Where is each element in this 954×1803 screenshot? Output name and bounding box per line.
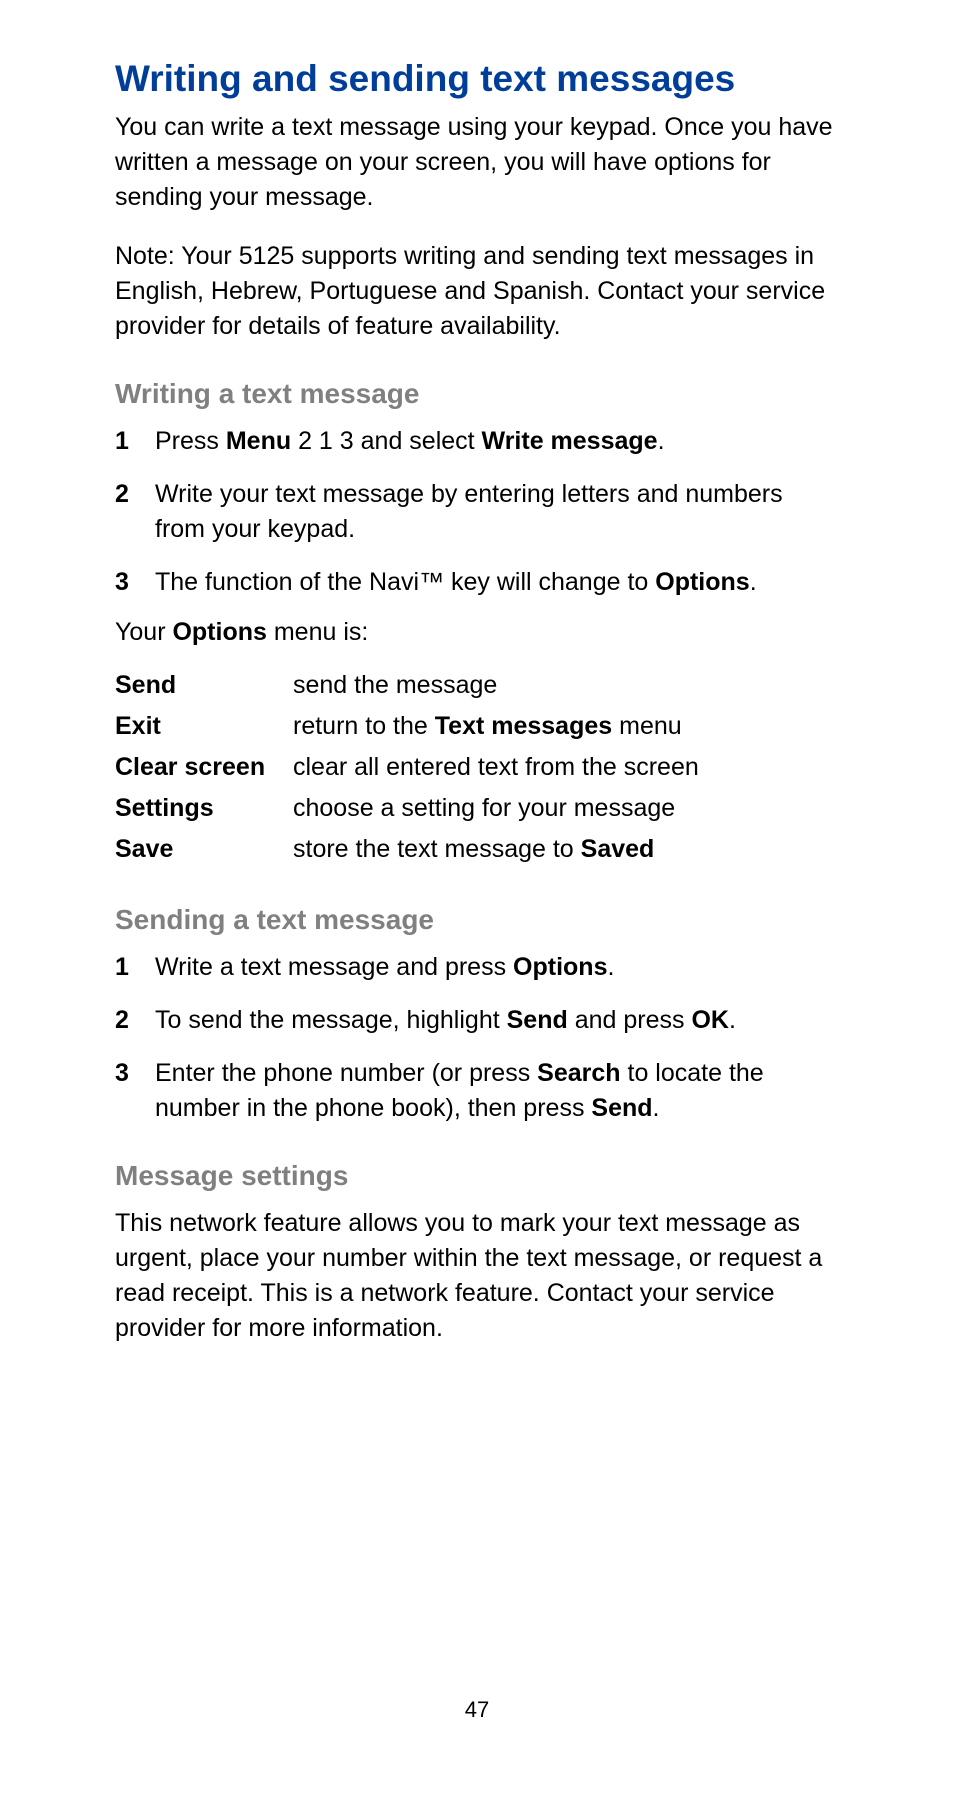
- option-row-clear-screen: Clear screen clear all entered text from…: [115, 747, 699, 788]
- option-label: Send: [115, 665, 293, 706]
- sending-steps-list: 1 Write a text message and press Options…: [115, 950, 839, 1126]
- intro-paragraph-2: Note: Your 5125 supports writing and sen…: [115, 239, 839, 344]
- step-number: 2: [115, 1003, 129, 1038]
- step-text: The function of the Navi™ key will chang…: [155, 568, 757, 596]
- sending-step-1: 1 Write a text message and press Options…: [115, 950, 839, 985]
- step-text: Write a text message and press Options.: [155, 953, 614, 981]
- sending-step-3: 3 Enter the phone number (or press Searc…: [115, 1056, 839, 1126]
- sending-step-2: 2 To send the message, highlight Send an…: [115, 1003, 839, 1038]
- step-text: Write your text message by entering lett…: [155, 480, 783, 543]
- option-desc: store the text message to Saved: [293, 829, 699, 870]
- intro-paragraph-1: You can write a text message using your …: [115, 110, 839, 215]
- option-row-settings: Settings choose a setting for your messa…: [115, 788, 699, 829]
- option-desc: return to the Text messages menu: [293, 706, 699, 747]
- document-page: Writing and sending text messages You ca…: [0, 0, 954, 1346]
- step-number: 1: [115, 950, 129, 985]
- option-label: Clear screen: [115, 747, 293, 788]
- option-desc: send the message: [293, 665, 699, 706]
- page-number: 47: [0, 1697, 954, 1723]
- option-desc: choose a setting for your message: [293, 788, 699, 829]
- section-heading-sending: Sending a text message: [115, 904, 839, 936]
- option-label: Save: [115, 829, 293, 870]
- writing-steps-list: 1 Press Menu 2 1 3 and select Write mess…: [115, 424, 839, 600]
- options-table: Send send the message Exit return to the…: [115, 665, 699, 870]
- option-row-exit: Exit return to the Text messages menu: [115, 706, 699, 747]
- option-row-send: Send send the message: [115, 665, 699, 706]
- option-label: Exit: [115, 706, 293, 747]
- options-intro: Your Options menu is:: [115, 618, 839, 647]
- step-number: 3: [115, 565, 129, 600]
- step-text: Enter the phone number (or press Search …: [155, 1059, 764, 1122]
- step-number: 3: [115, 1056, 129, 1091]
- writing-step-3: 3 The function of the Navi™ key will cha…: [115, 565, 839, 600]
- page-heading: Writing and sending text messages: [115, 58, 839, 100]
- writing-step-1: 1 Press Menu 2 1 3 and select Write mess…: [115, 424, 839, 459]
- step-text: Press Menu 2 1 3 and select Write messag…: [155, 427, 665, 455]
- step-text: To send the message, highlight Send and …: [155, 1006, 736, 1034]
- option-row-save: Save store the text message to Saved: [115, 829, 699, 870]
- step-number: 2: [115, 477, 129, 512]
- option-label: Settings: [115, 788, 293, 829]
- section-heading-writing: Writing a text message: [115, 378, 839, 410]
- step-number: 1: [115, 424, 129, 459]
- option-desc: clear all entered text from the screen: [293, 747, 699, 788]
- section-heading-message-settings: Message settings: [115, 1160, 839, 1192]
- writing-step-2: 2 Write your text message by entering le…: [115, 477, 839, 547]
- message-settings-body: This network feature allows you to mark …: [115, 1206, 839, 1346]
